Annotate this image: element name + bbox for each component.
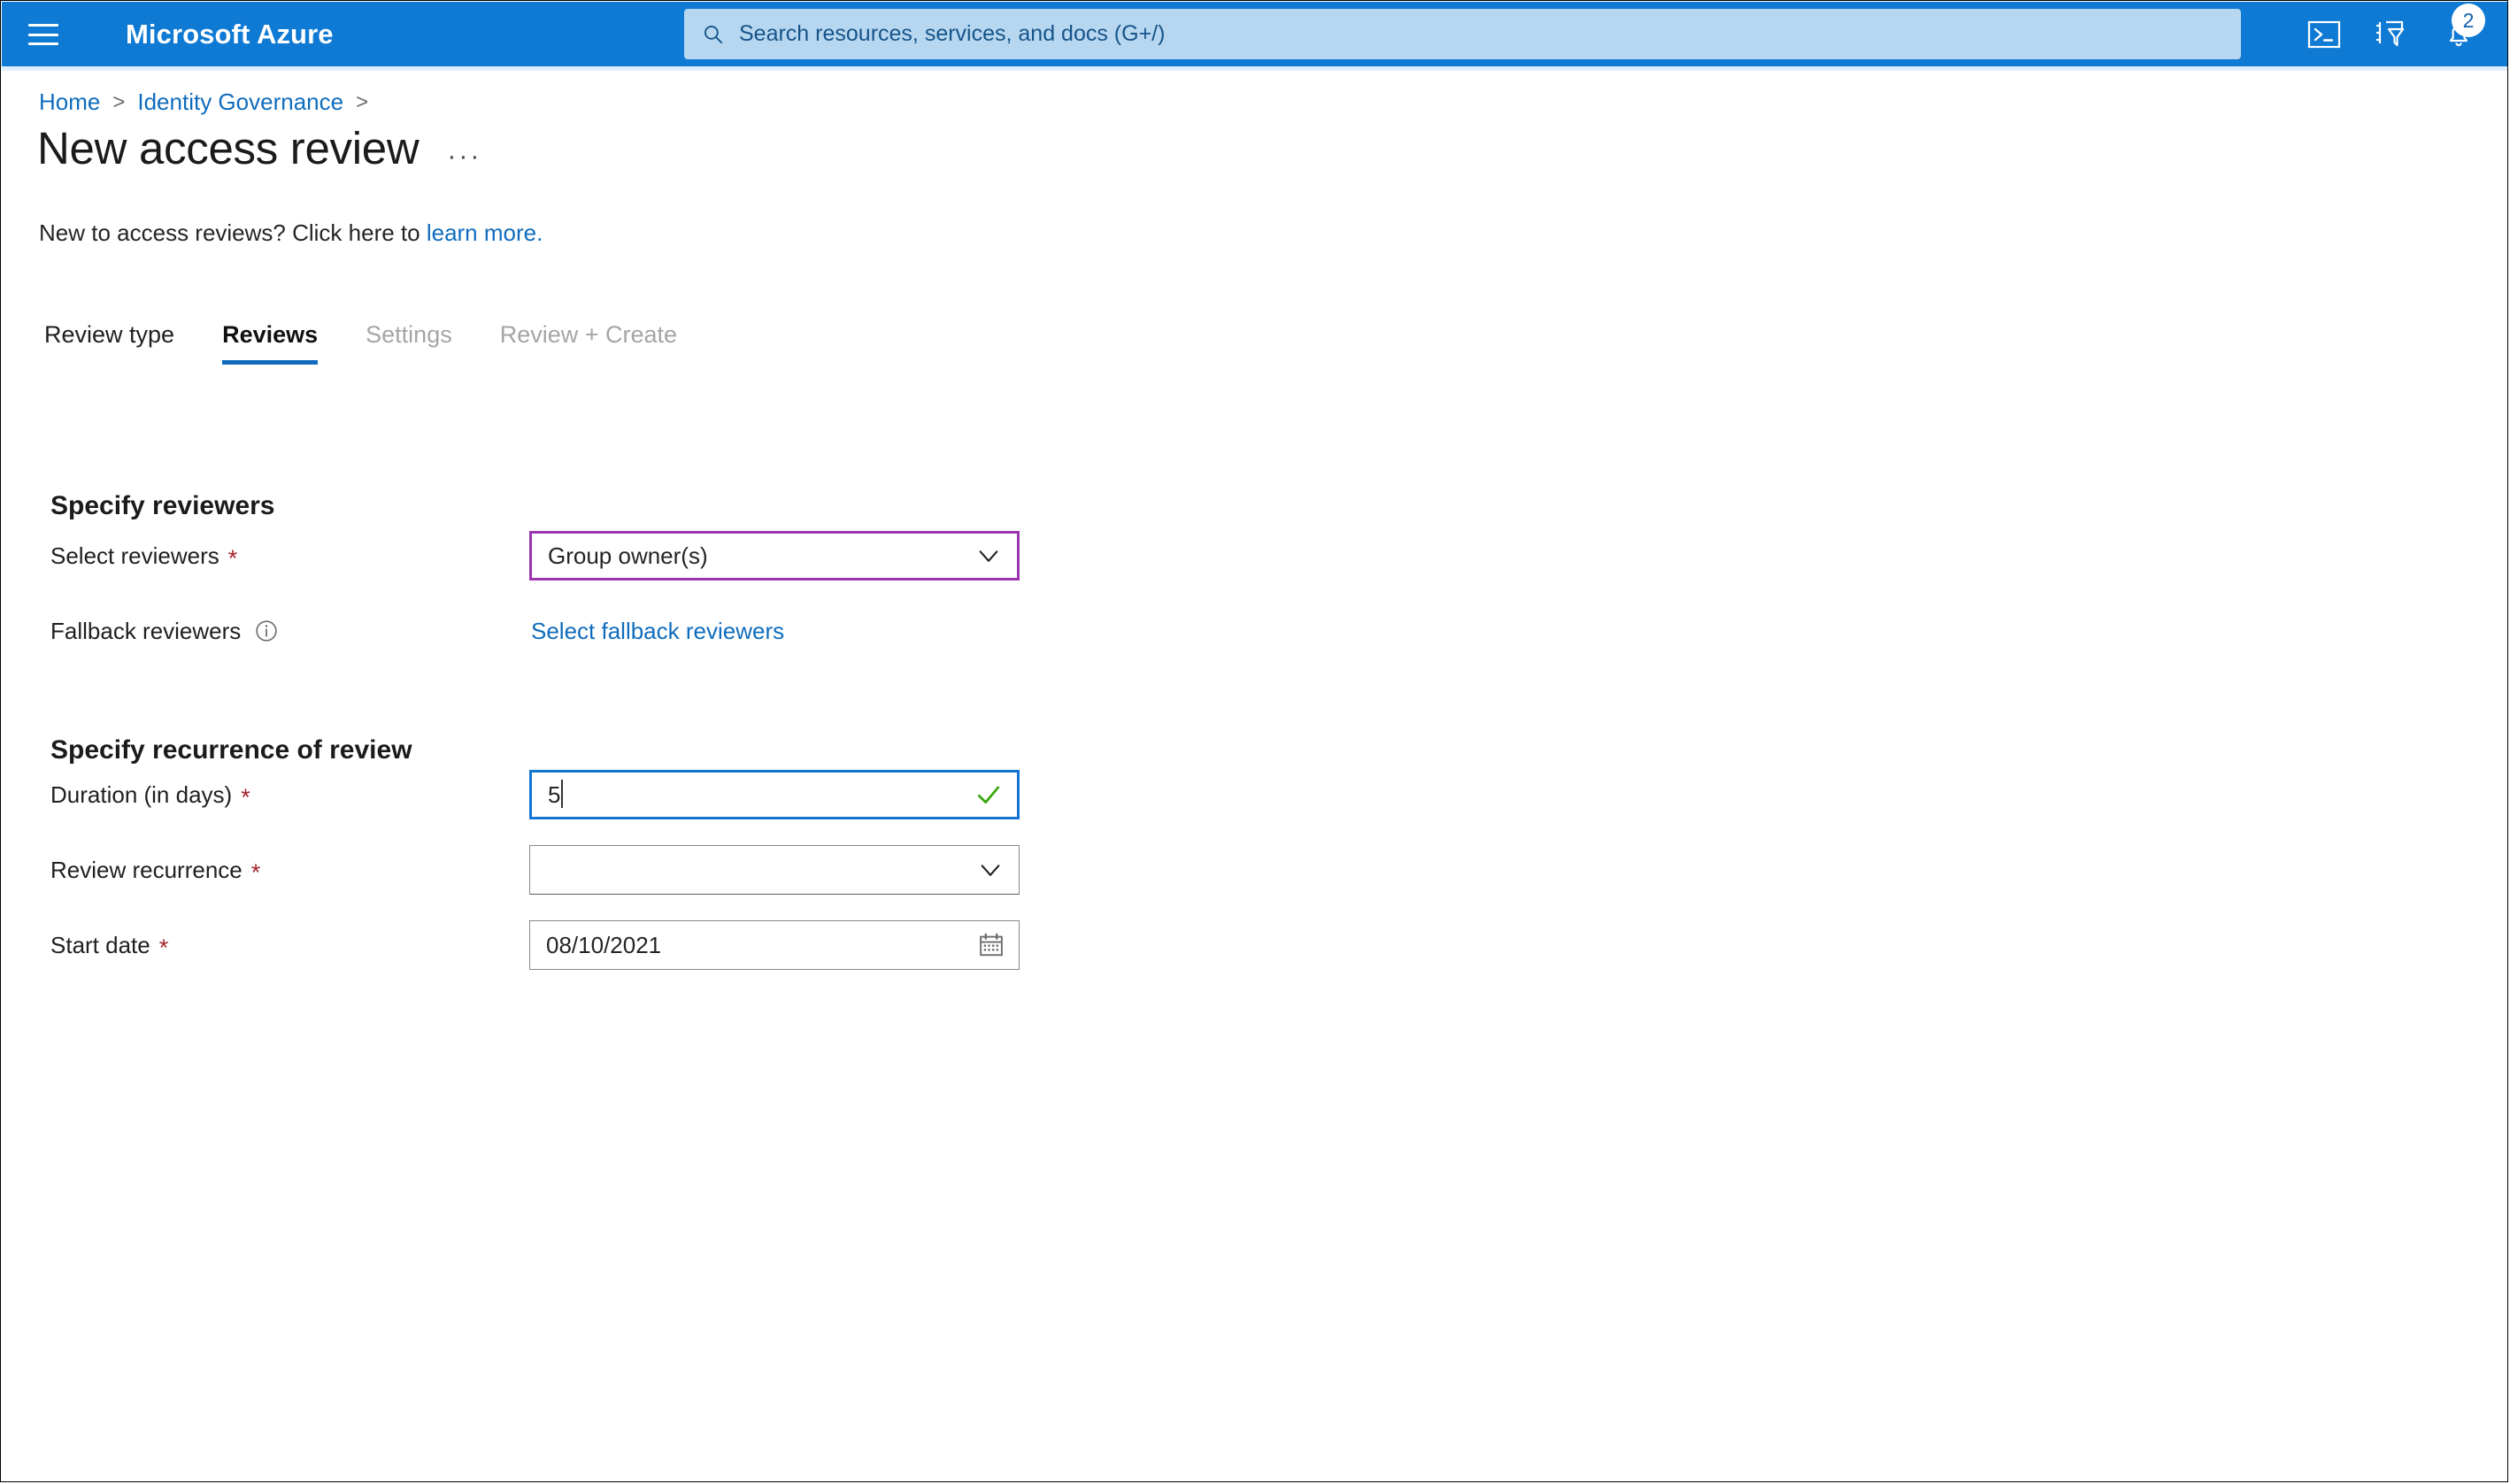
notifications-button[interactable]: 2 <box>2425 2 2492 66</box>
tab-reviews[interactable]: Reviews <box>222 321 319 365</box>
select-reviewers-dropdown[interactable]: Group owner(s) <box>529 531 1020 581</box>
cloud-shell-icon <box>2307 20 2341 48</box>
required-asterisk: * <box>158 934 169 961</box>
tab-settings[interactable]: Settings <box>366 321 452 365</box>
required-asterisk: * <box>227 544 238 572</box>
breadcrumb-item-home[interactable]: Home <box>39 88 100 116</box>
learn-more-link[interactable]: learn more. <box>427 219 543 246</box>
form-row-fallback-reviewers: Fallback reviewers Select fallback revie… <box>2 606 2507 656</box>
breadcrumb: Home > Identity Governance > <box>39 88 381 116</box>
label-duration-text: Duration (in days) <box>50 781 233 808</box>
label-select-reviewers-text: Select reviewers <box>50 542 219 569</box>
topbar-icon-group: 2 <box>2291 2 2492 66</box>
form-row-select-reviewers: Select reviewers * Group owner(s) <box>2 531 2507 581</box>
breadcrumb-separator-icon-2: > <box>356 89 369 114</box>
tab-review-type[interactable]: Review type <box>44 321 174 365</box>
breadcrumb-separator-icon: > <box>112 89 126 114</box>
wizard-tab-strip: Review type Reviews Settings Review + Cr… <box>44 310 725 365</box>
chevron-down-icon <box>981 865 1000 876</box>
azure-top-navigation-bar: Microsoft Azure Search resources, servic… <box>2 2 2507 66</box>
tab-review-create[interactable]: Review + Create <box>500 321 677 365</box>
form-row-review-recurrence: Review recurrence * <box>2 845 2507 895</box>
chevron-down-icon <box>979 550 998 562</box>
search-placeholder-text: Search resources, services, and docs (G+… <box>739 21 1166 46</box>
select-fallback-reviewers-link[interactable]: Select fallback reviewers <box>531 606 784 656</box>
required-asterisk: * <box>241 783 250 811</box>
select-reviewers-value: Group owner(s) <box>548 542 708 569</box>
review-recurrence-dropdown[interactable] <box>529 845 1020 895</box>
label-start-date-text: Start date <box>50 932 150 958</box>
required-asterisk: * <box>250 858 261 886</box>
section-heading-specify-recurrence: Specify recurrence of review <box>50 735 412 765</box>
start-date-value: 08/10/2021 <box>546 931 662 958</box>
form-row-duration: Duration (in days) * 5 <box>2 770 2507 819</box>
intro-help-static-text: New to access reviews? Click here to <box>39 219 427 246</box>
label-start-date: Start date * <box>50 920 168 970</box>
directories-subscriptions-icon <box>2376 20 2405 46</box>
label-review-recurrence-text: Review recurrence <box>50 857 243 883</box>
label-review-recurrence: Review recurrence * <box>50 845 260 895</box>
directories-subscriptions-button[interactable] <box>2358 2 2425 66</box>
page-title: New access review <box>37 123 420 173</box>
intro-help-text: New to access reviews? Click here to lea… <box>39 219 543 247</box>
global-search-input[interactable]: Search resources, services, and docs (G+… <box>684 9 2241 59</box>
notification-count-badge: 2 <box>2452 4 2485 37</box>
page-title-row: New access review ··· <box>37 122 481 174</box>
label-fallback-reviewers: Fallback reviewers <box>50 606 278 656</box>
label-duration: Duration (in days) * <box>50 770 250 819</box>
browser-page-frame: Microsoft Azure Search resources, servic… <box>0 0 2508 1482</box>
text-cursor <box>561 780 564 808</box>
cloud-shell-button[interactable] <box>2291 2 2358 66</box>
duration-input[interactable]: 5 <box>529 770 1020 819</box>
start-date-input[interactable]: 08/10/2021 <box>529 920 1020 970</box>
breadcrumb-item-identity-governance[interactable]: Identity Governance <box>137 88 343 116</box>
more-actions-button[interactable]: ··· <box>447 142 481 172</box>
hamburger-menu-icon[interactable] <box>28 21 64 48</box>
green-check-icon <box>977 786 1000 804</box>
calendar-icon[interactable] <box>978 932 1005 958</box>
label-select-reviewers: Select reviewers * <box>50 531 237 581</box>
duration-value: 5 <box>548 780 561 808</box>
label-fallback-reviewers-text: Fallback reviewers <box>50 618 242 644</box>
section-heading-specify-reviewers: Specify reviewers <box>50 491 275 520</box>
azure-brand-logo[interactable]: Microsoft Azure <box>126 2 334 66</box>
search-icon <box>704 25 723 43</box>
blade-content-area: Home > Identity Governance > New access … <box>2 71 2507 1480</box>
info-circle-icon[interactable] <box>255 619 278 642</box>
form-row-start-date: Start date * 08/10/2021 <box>2 920 2507 970</box>
